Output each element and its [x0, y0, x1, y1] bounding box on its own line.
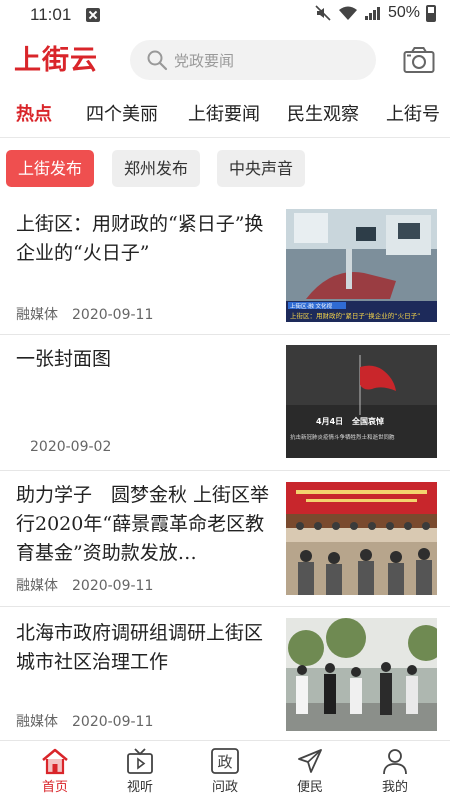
ask-icon: 政: [211, 748, 239, 774]
news-source: 融媒体: [16, 307, 58, 323]
news-title: 一张封面图: [16, 348, 112, 370]
nav-home-label: 首页: [41, 780, 68, 795]
news-title: 北海市政府调研组调研上街区城市社区治理工作: [16, 622, 264, 673]
thumb-caption: 上街区：用财政的“紧日子”换企业的“火日子”: [290, 311, 420, 320]
category-tabs: 热点 四个美丽 上街要闻 民生观察 上街号: [0, 92, 450, 136]
tab-livelihood[interactable]: 民生观察: [287, 100, 359, 126]
mourning-flag-image: 4月4日 全国哀悼 抗击新冠肺炎疫情斗争牺牲烈士和逝世同胞: [286, 345, 437, 458]
svg-text:政: 政: [217, 753, 232, 771]
news-meta: 融媒体 2020-09-11: [16, 575, 153, 595]
subtab-central-voice[interactable]: 中央声音: [217, 150, 306, 187]
tv-icon: [127, 748, 153, 774]
subtab-pills: 上街发布 郑州发布 中央声音: [0, 150, 450, 188]
nav-convenience[interactable]: 便民: [280, 747, 340, 795]
dental-clinic-image: 上街区·融 文化视 上街区：用财政的“紧日子”换企业的“火日子”: [286, 209, 437, 322]
news-date: 2020-09-11: [72, 578, 154, 594]
news-thumbnail: 上街区·融 文化视 上街区：用财政的“紧日子”换企业的“火日子”: [286, 209, 437, 322]
tabs-divider: [0, 137, 450, 138]
search-placeholder: 党政要闻: [174, 51, 235, 70]
tab-four-beauties[interactable]: 四个美丽: [86, 100, 158, 126]
tab-hot[interactable]: 热点: [16, 100, 52, 126]
tab-shangjie-news[interactable]: 上街要闻: [188, 100, 260, 126]
news-item[interactable]: 上街区：用财政的“紧日子”换企业的“火日子” 融媒体 2020-09-11 上街区…: [0, 198, 450, 335]
status-bar: 11:01 50%: [0, 0, 450, 32]
news-thumbnail: [286, 482, 437, 595]
nav-mine-label: 我的: [381, 780, 408, 795]
news-item[interactable]: 一张封面图 2020-09-02 4月4日 全国哀悼 抗击新冠肺炎疫情斗争牺牲烈…: [0, 335, 450, 471]
news-title: 上街区：用财政的“紧日子”换企业的“火日子”: [16, 213, 264, 264]
nav-ask-gov-label: 问政: [211, 780, 238, 795]
nav-home[interactable]: 首页: [25, 747, 85, 795]
battery-icon: [426, 4, 436, 22]
thumb-caption-date: 4月4日: [316, 417, 343, 426]
subtab-shangjie-release[interactable]: 上街发布: [6, 150, 95, 187]
subtab-zhengzhou-release[interactable]: 郑州发布: [112, 150, 201, 187]
news-thumbnail: [286, 618, 437, 731]
thumb-caption-sub: 抗击新冠肺炎疫情斗争牺牲烈士和逝世同胞: [290, 433, 395, 441]
notification-icon: [86, 8, 100, 22]
tab-shangjie-account[interactable]: 上街号: [386, 100, 440, 126]
status-right: 50%: [314, 4, 436, 22]
user-icon: [383, 749, 407, 775]
nav-mine[interactable]: 我的: [365, 747, 425, 795]
news-source: 融媒体: [16, 714, 58, 730]
news-thumbnail: 4月4日 全国哀悼 抗击新冠肺炎疫情斗争牺牲烈士和逝世同胞: [286, 345, 437, 458]
news-item[interactable]: 北海市政府调研组调研上街区城市社区治理工作 融媒体 2020-09-11: [0, 607, 450, 741]
news-meta: 融媒体 2020-09-11: [16, 304, 153, 324]
news-date: 2020-09-11: [72, 714, 154, 730]
nav-convenience-label: 便民: [296, 780, 323, 795]
bottom-navigation: 首页 视听 政 问政 便民 我的: [0, 740, 450, 800]
svg-text:上街区·融 文化视: 上街区·融 文化视: [290, 302, 332, 310]
app-logo: 上街云: [14, 45, 98, 76]
search-icon: [147, 50, 168, 71]
nav-video-label: 视听: [126, 780, 153, 795]
battery-text: 50%: [387, 4, 420, 21]
home-icon: [42, 748, 68, 775]
camera-icon[interactable]: [403, 46, 435, 74]
app-header: 上街云 党政要闻: [0, 32, 450, 90]
nav-ask-gov[interactable]: 政 问政: [195, 747, 255, 795]
status-time: 11:01: [30, 5, 72, 24]
nav-video[interactable]: 视听: [110, 747, 170, 795]
signal-icon: [364, 7, 380, 20]
news-date: 2020-09-02: [30, 439, 112, 455]
send-icon: [298, 749, 322, 773]
ceremony-image: [286, 482, 437, 595]
news-date: 2020-09-11: [72, 307, 154, 323]
news-title: 助力学子 圆梦金秋 上街区举行2020年“薛景霞革命老区教育基金”资助款发放…: [16, 484, 270, 564]
wifi-icon: [338, 6, 357, 20]
thumb-caption-mourning: 全国哀悼: [351, 416, 384, 426]
news-meta: 融媒体 2020-09-11: [16, 711, 153, 731]
news-item[interactable]: 助力学子 圆梦金秋 上街区举行2020年“薛景霞革命老区教育基金”资助款发放… …: [0, 471, 450, 607]
news-source: 融媒体: [16, 578, 58, 594]
search-input[interactable]: 党政要闻: [130, 40, 376, 80]
mute-icon: [315, 5, 331, 21]
news-meta: 2020-09-02: [30, 439, 111, 455]
inspection-group-image: [286, 618, 437, 731]
